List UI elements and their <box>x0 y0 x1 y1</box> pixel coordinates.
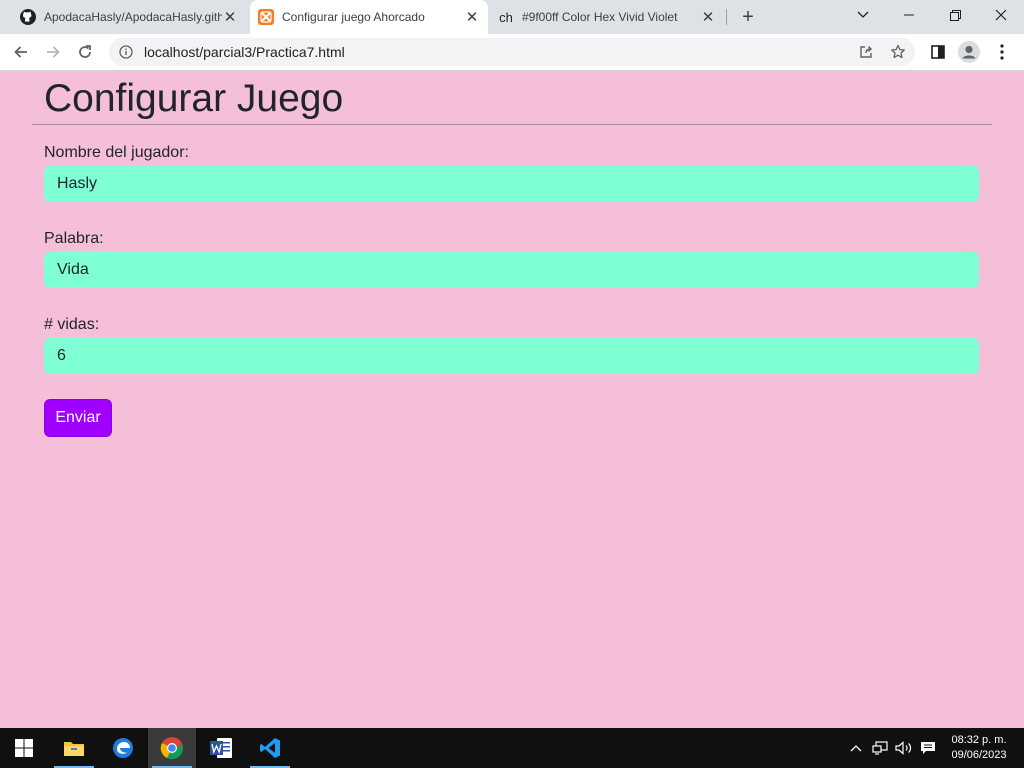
network-icon[interactable] <box>869 728 891 768</box>
share-icon[interactable] <box>854 40 878 64</box>
show-hidden-icons-icon[interactable] <box>846 728 866 768</box>
back-button[interactable] <box>7 38 35 66</box>
side-panel-icon[interactable] <box>924 38 952 66</box>
new-tab-button[interactable]: + <box>737 6 759 28</box>
colorhexa-icon: ch <box>499 9 513 25</box>
tab-configurar-juego[interactable]: Configurar juego Ahorcado ✕ <box>250 0 488 34</box>
tab-close-icon[interactable]: ✕ <box>700 9 716 26</box>
player-name-label: Nombre del jugador: <box>44 144 189 161</box>
vscode-icon[interactable] <box>246 728 294 768</box>
windows-taskbar: 08:32 p. m. 09/06/2023 <box>0 728 1024 768</box>
chrome-icon[interactable] <box>148 728 196 768</box>
edge-icon[interactable] <box>99 728 147 768</box>
clock-date: 09/06/2023 <box>951 749 1007 761</box>
tab-github[interactable]: ApodacaHasly/ApodacaHasly.gith ✕ <box>12 0 246 34</box>
tab-colorhexa[interactable]: ch #9f00ff Color Hex Vivid Violet ✕ <box>490 0 724 34</box>
github-icon <box>20 9 36 25</box>
tab-search-button[interactable] <box>840 0 886 30</box>
word-label: Palabra: <box>44 230 104 247</box>
title-divider <box>32 124 992 125</box>
page-content: Configurar Juego Nombre del jugador: Pal… <box>0 71 1024 728</box>
windows-start-icon[interactable] <box>0 728 48 768</box>
forward-button[interactable] <box>39 38 67 66</box>
address-bar[interactable]: localhost/parcial3/Practica7.html <box>109 38 915 66</box>
tab-title: Configurar juego Ahorcado <box>282 10 425 24</box>
submit-button[interactable]: Enviar <box>44 399 112 437</box>
clock-time: 08:32 p. m. <box>951 734 1007 746</box>
system-clock[interactable]: 08:32 p. m. 09/06/2023 <box>942 733 1016 763</box>
close-window-button[interactable] <box>978 0 1024 30</box>
tab-separator <box>726 9 727 25</box>
profile-avatar-icon[interactable] <box>955 38 983 66</box>
word-input[interactable] <box>44 252 979 288</box>
bookmark-star-icon[interactable] <box>886 40 910 64</box>
page-title: Configurar Juego <box>44 77 344 120</box>
restore-button[interactable] <box>932 0 978 30</box>
lives-input[interactable] <box>44 338 979 374</box>
tab-title: ApodacaHasly/ApodacaHasly.gith <box>44 10 222 24</box>
player-name-input[interactable] <box>44 166 979 202</box>
reload-button[interactable] <box>71 38 99 66</box>
xampp-icon <box>258 9 274 25</box>
notifications-icon[interactable] <box>917 728 939 768</box>
browser-toolbar: localhost/parcial3/Practica7.html <box>0 34 1024 71</box>
tab-close-icon[interactable]: ✕ <box>222 9 238 26</box>
tab-strip: ApodacaHasly/ApodacaHasly.gith ✕ Configu… <box>0 0 1024 34</box>
minimize-button[interactable] <box>886 0 932 30</box>
word-icon[interactable] <box>197 728 245 768</box>
menu-kebab-icon[interactable] <box>988 38 1016 66</box>
url-text: localhost/parcial3/Practica7.html <box>144 44 345 60</box>
tab-title: #9f00ff Color Hex Vivid Violet <box>522 10 678 24</box>
tab-close-icon[interactable]: ✕ <box>464 9 480 26</box>
lives-label: # vidas: <box>44 316 100 333</box>
volume-icon[interactable] <box>893 728 915 768</box>
file-explorer-icon[interactable] <box>50 728 98 768</box>
site-info-icon[interactable] <box>118 44 134 60</box>
